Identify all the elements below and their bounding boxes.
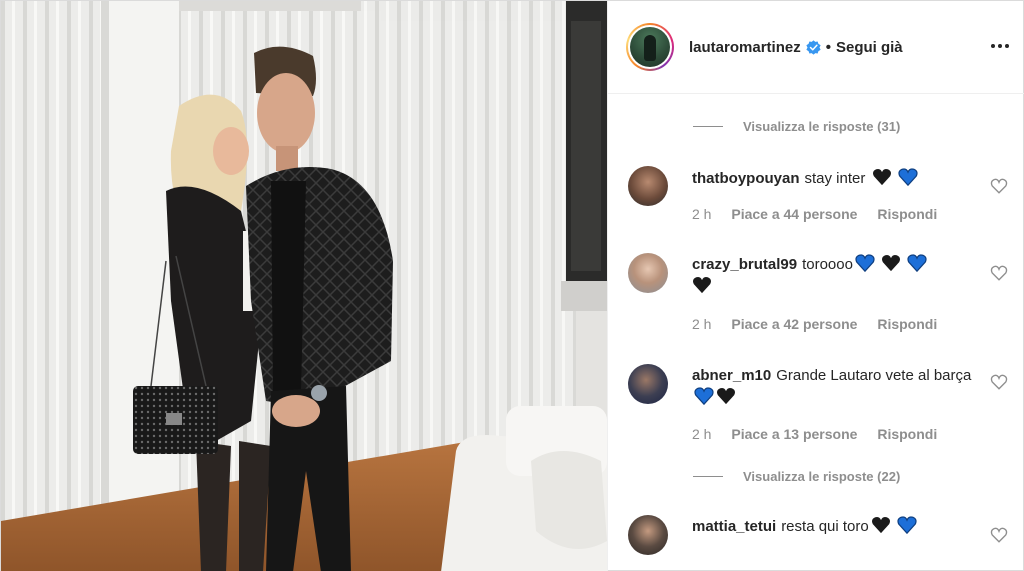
comment-time: 2 h <box>692 206 712 222</box>
replies-divider-line <box>693 126 723 127</box>
photo-couple-image <box>1 1 607 571</box>
comment-time: 2 h <box>692 316 712 332</box>
comment-meta: 2 h Piace a 42 persone Rispondi <box>692 316 953 332</box>
comment-time: 2 h <box>692 426 712 442</box>
commenter-avatar[interactable] <box>628 166 668 206</box>
black-heart-emoji-icon <box>717 387 735 405</box>
like-heart-icon[interactable] <box>990 264 1008 282</box>
comment-message: toroooo <box>802 256 853 273</box>
header-username[interactable]: lautaromartinez <box>689 39 801 56</box>
post-viewer: lautaromartinez • Segui già Visualizza l… <box>0 0 1024 571</box>
comment-username[interactable]: abner_m10 <box>692 367 771 384</box>
view-replies-label: Visualizza le risposte (31) <box>743 119 901 134</box>
comment-likes-link[interactable]: Piace a 42 persone <box>731 316 857 332</box>
more-options-icon[interactable] <box>989 35 1011 57</box>
like-heart-icon[interactable] <box>990 177 1008 195</box>
black-heart-emoji-icon <box>872 168 891 186</box>
black-heart-emoji-icon <box>871 516 890 534</box>
post-photo[interactable] <box>1 1 607 571</box>
comment-item: abner_m10 Grande Lautaro vete al barça 2 … <box>628 364 1008 444</box>
black-heart-emoji-icon <box>693 276 711 294</box>
commenter-avatar[interactable] <box>628 253 668 293</box>
like-heart-icon[interactable] <box>990 373 1008 391</box>
comment-message: resta qui toro <box>781 518 869 535</box>
reply-button[interactable]: Rispondi <box>877 206 937 222</box>
verified-badge-icon <box>806 39 821 55</box>
comment-item: crazy_brutal99 toroooo 2 h Piace a 42 per… <box>628 253 1008 333</box>
comment-text: thatboypouyan stay inter <box>692 168 977 190</box>
reply-button[interactable]: Rispondi <box>877 316 937 332</box>
comment-message: stay inter <box>804 170 866 187</box>
comment-item: thatboypouyan stay inter 2 h Piace a 44 p… <box>628 166 1008 226</box>
comments-panel: lautaromartinez • Segui già Visualizza l… <box>607 1 1024 571</box>
comment-message: Grande Lautaro vete al barça <box>776 367 972 384</box>
commenter-avatar[interactable] <box>628 515 668 555</box>
view-replies-button[interactable]: Visualizza le risposte (31) <box>693 119 900 134</box>
comment-username[interactable]: mattia_tetui <box>692 518 776 535</box>
comment-likes-link[interactable]: Piace a 13 persone <box>731 426 857 442</box>
header-separator: • <box>825 38 831 56</box>
comment-meta: 2 h Piace a 44 persone Rispondi <box>692 206 953 222</box>
blue-heart-emoji-icon <box>907 254 927 272</box>
black-heart-emoji-icon <box>882 254 901 272</box>
profile-avatar[interactable] <box>626 23 674 71</box>
blue-heart-emoji-icon <box>855 254 875 272</box>
comment-username[interactable]: crazy_brutal99 <box>692 256 797 273</box>
blue-heart-emoji-icon <box>897 516 917 534</box>
comment-meta: 2 h Piace a 13 persone Rispondi <box>692 426 953 442</box>
comment-text: abner_m10 Grande Lautaro vete al barça <box>692 365 977 409</box>
replies-divider-line <box>693 476 723 477</box>
post-header: lautaromartinez • Segui già <box>608 1 1024 94</box>
blue-heart-emoji-icon <box>694 387 714 405</box>
comment-username[interactable]: thatboypouyan <box>692 170 800 187</box>
following-button[interactable]: Segui già <box>836 39 903 56</box>
comment-likes-link[interactable]: Piace a 44 persone <box>731 206 857 222</box>
commenter-avatar[interactable] <box>628 364 668 404</box>
like-heart-icon[interactable] <box>990 526 1008 544</box>
comment-text: mattia_tetui resta qui toro <box>692 516 977 538</box>
comment-text: crazy_brutal99 toroooo <box>692 254 977 298</box>
view-replies-label: Visualizza le risposte (22) <box>743 469 901 484</box>
view-replies-button[interactable]: Visualizza le risposte (22) <box>693 469 900 484</box>
reply-button[interactable]: Rispondi <box>877 426 937 442</box>
blue-heart-emoji-icon <box>898 168 918 186</box>
comment-item: mattia_tetui resta qui toro <box>628 515 1008 565</box>
